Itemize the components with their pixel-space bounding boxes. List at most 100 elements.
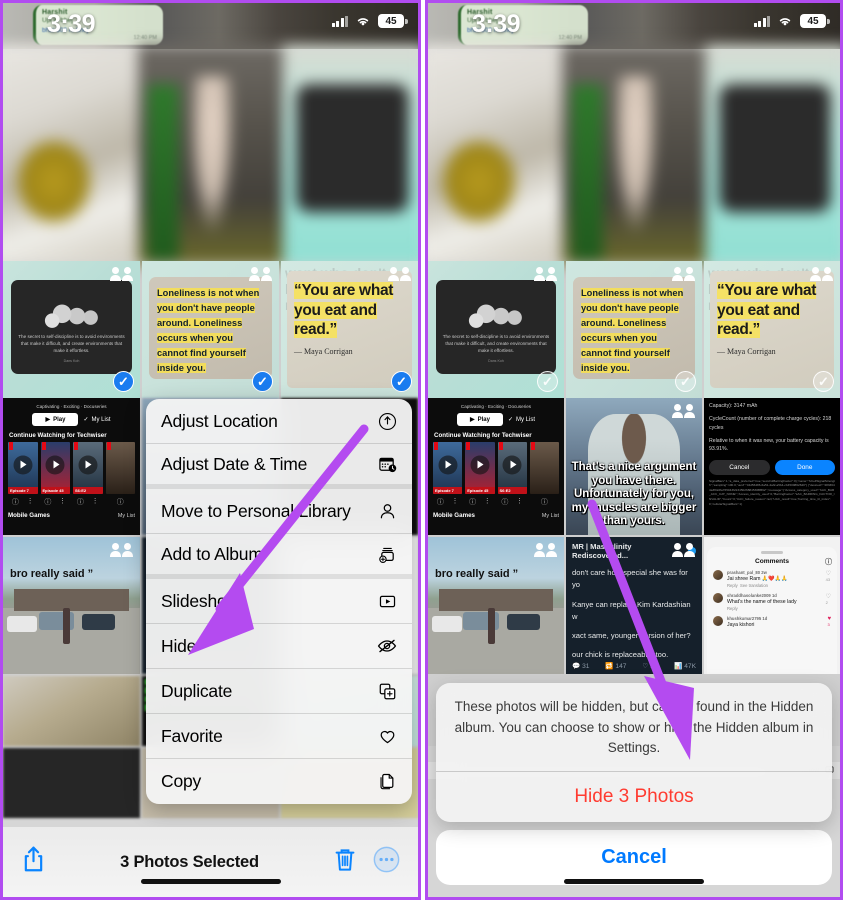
selection-checkmark-icon[interactable] [675, 371, 696, 392]
play-button[interactable]: ▶ Play [32, 413, 79, 426]
selection-checkmark-icon[interactable] [537, 371, 558, 392]
comment-age: 2w [761, 569, 767, 575]
menu-item-label: Duplicate [161, 680, 233, 701]
netflix-tile[interactable]: S6:E2 [497, 442, 527, 494]
menu-item-duplicate[interactable]: Duplicate [146, 669, 412, 714]
album-add-icon [377, 544, 397, 564]
my-list-button[interactable]: ✓ My List [83, 416, 110, 424]
photo-thumbnail[interactable]: Loneliness is not when you don't have pe… [142, 261, 279, 398]
x-post-line-1: don't care how special she was for yo [572, 568, 688, 590]
menu-item-hide[interactable]: Hide [146, 624, 412, 669]
battery-cycles-line: CycleCount (number of complete charge cy… [709, 416, 832, 431]
street-caption: bro really said ” [435, 568, 519, 580]
selection-checkmark-icon[interactable] [391, 371, 412, 392]
netflix-tile[interactable] [529, 442, 559, 494]
translate-link[interactable]: See translation [740, 583, 768, 588]
episode-label: S6:E2 [497, 487, 527, 494]
photo-grid-item[interactable]: bro really said ” [3, 537, 140, 674]
netflix-buttons: ▶ Play ✓ My List [8, 413, 135, 426]
cancel-button[interactable]: Cancel [709, 459, 770, 475]
netflix-tile[interactable]: Episode 7 [8, 442, 38, 494]
menu-item-adjust-date-time[interactable]: Adjust Date & Time [146, 444, 412, 489]
photo-grid-item[interactable]: Comments ⓘ prashant_pal_80 2w Jai shree R… [704, 537, 840, 674]
netflix-footer-link[interactable]: My List [542, 513, 559, 519]
hero-photo-1 [3, 44, 139, 266]
share-icon[interactable] [21, 845, 46, 879]
photo-grid-item[interactable]: bro really said ” [428, 537, 564, 674]
menu-item-slideshow[interactable]: Slideshow [146, 579, 412, 624]
netflix-tile[interactable] [105, 442, 135, 494]
netflix-tile[interactable]: Episode 45 [40, 442, 70, 494]
photo-attribution: Dans Koh [63, 358, 80, 363]
left-screen: Harshit Upi in bhej bhai 500 rs bhej 12:… [3, 3, 418, 897]
people-badge-icon [110, 542, 133, 557]
done-button[interactable]: Done [774, 459, 835, 475]
action-sheet-message: These photos will be hidden, but can be … [454, 699, 814, 755]
photo-thumbnail[interactable]: want who don't know that many never “You… [281, 261, 418, 398]
left-phone-screenshot: Harshit Upi in bhej bhai 500 rs bhej 12:… [0, 0, 421, 900]
netflix-footer-link[interactable]: My List [118, 513, 135, 519]
photo-thumbnail[interactable]: want who don't know that many never “You… [704, 261, 840, 398]
menu-item-copy[interactable]: Copy [146, 759, 412, 804]
photo-attribution: — Maya Corrigan [294, 346, 353, 356]
reply-link[interactable]: Reply [727, 583, 738, 588]
more-ellipsis-icon[interactable] [373, 846, 400, 878]
hide-photos-button[interactable]: Hide 3 Photos [436, 771, 832, 822]
sheet-grabber[interactable] [761, 551, 783, 554]
menu-item-label: Favorite [161, 725, 223, 746]
netflix-footer: Mobile Games My List [8, 512, 135, 519]
like-icon[interactable]: ♡ 2 [826, 593, 831, 611]
photo-grid-item[interactable]: Captivating · Exciting · Docuseries ▶ Pla… [428, 398, 564, 535]
battery-icon: 45 [800, 14, 830, 28]
battery-health-line: Relative to when it was new, your batter… [709, 437, 829, 453]
battery-level: 45 [807, 15, 819, 27]
photo-grid-item[interactable]: That's a nice argument you have there. U… [566, 398, 702, 535]
photo-grid-item[interactable]: Capacity): 3147 mAh CycleCount (number o… [704, 398, 840, 535]
person-icon [377, 501, 397, 521]
menu-item-move-to-personal-library[interactable]: Move to Personal Library [146, 489, 412, 534]
notification-time: 12:40 PM [558, 35, 582, 41]
netflix-tile[interactable]: Episode 7 [433, 442, 463, 494]
photo-thumbnail[interactable]: Loneliness is not when you don't have pe… [566, 261, 702, 398]
selection-checkmark-icon[interactable] [813, 371, 834, 392]
like-icon[interactable]: ♡ 43 [826, 570, 831, 588]
my-list-button[interactable]: ✓ My List [508, 416, 535, 424]
play-label: Play [477, 416, 490, 423]
selection-checkmark-icon[interactable] [252, 371, 273, 392]
photo-caption-text: The secret to self-discipline is to avoi… [442, 334, 550, 353]
reply-count: 💬 31 [572, 663, 590, 670]
cancel-button[interactable]: Cancel [436, 830, 832, 885]
photo-thumbnail[interactable]: The secret to self-discipline is to avoi… [3, 261, 140, 398]
photo-thumbnail[interactable]: The secret to self-discipline is to avoi… [428, 261, 564, 398]
like-icon[interactable]: ♥ 3 [827, 616, 831, 628]
reply-link[interactable]: Reply [727, 606, 738, 611]
netflix-tags: Captivating · Exciting · Docuseries [36, 404, 107, 409]
episode-label: Episode 7 [8, 487, 38, 494]
selected-photos-row: The secret to self-discipline is to avoi… [428, 261, 840, 398]
photo-grid-item[interactable] [3, 748, 140, 818]
netflix-tile[interactable]: S6:E2 [73, 442, 103, 494]
menu-item-adjust-location[interactable]: Adjust Location [146, 399, 412, 444]
selection-count-label: 3 Photos Selected [120, 852, 259, 871]
x-post-handle: MR | Masculinity Rediscovered... [572, 542, 632, 560]
menu-item-favorite[interactable]: Favorite [146, 714, 412, 759]
dark-quote-card: The secret to self-discipline is to avoi… [436, 280, 556, 374]
photo-grid-item[interactable]: MR | Masculinity Rediscovered... don't c… [566, 537, 702, 674]
right-phone-screenshot: Harshit Upi in bhej bhai 500 rs bhej 12:… [425, 0, 843, 900]
copy-icon [377, 772, 397, 792]
photo-grid-item[interactable]: Captivating · Exciting · Docuseries ▶ Pla… [3, 398, 140, 535]
hero-photo-1 [428, 44, 563, 266]
photo-grid-item[interactable] [3, 676, 140, 746]
selection-checkmark-icon[interactable] [113, 371, 134, 392]
menu-item-add-to-album[interactable]: Add to Album [146, 534, 412, 579]
info-icon[interactable]: ⓘ [825, 557, 832, 567]
play-button[interactable]: ▶ Play [456, 413, 503, 426]
x-post-line-4: our chick is replaceable, too. [572, 650, 669, 660]
avatar [713, 592, 723, 603]
avatar [713, 569, 723, 580]
trash-icon[interactable] [333, 846, 357, 879]
comment-text: Jai shree Ram 🙏❤️🙏🙏 [727, 575, 788, 582]
netflix-tags: Captivating · Exciting · Docuseries [460, 404, 532, 409]
hero-photo-3 [282, 44, 418, 266]
netflix-tile[interactable]: Episode 45 [465, 442, 495, 494]
